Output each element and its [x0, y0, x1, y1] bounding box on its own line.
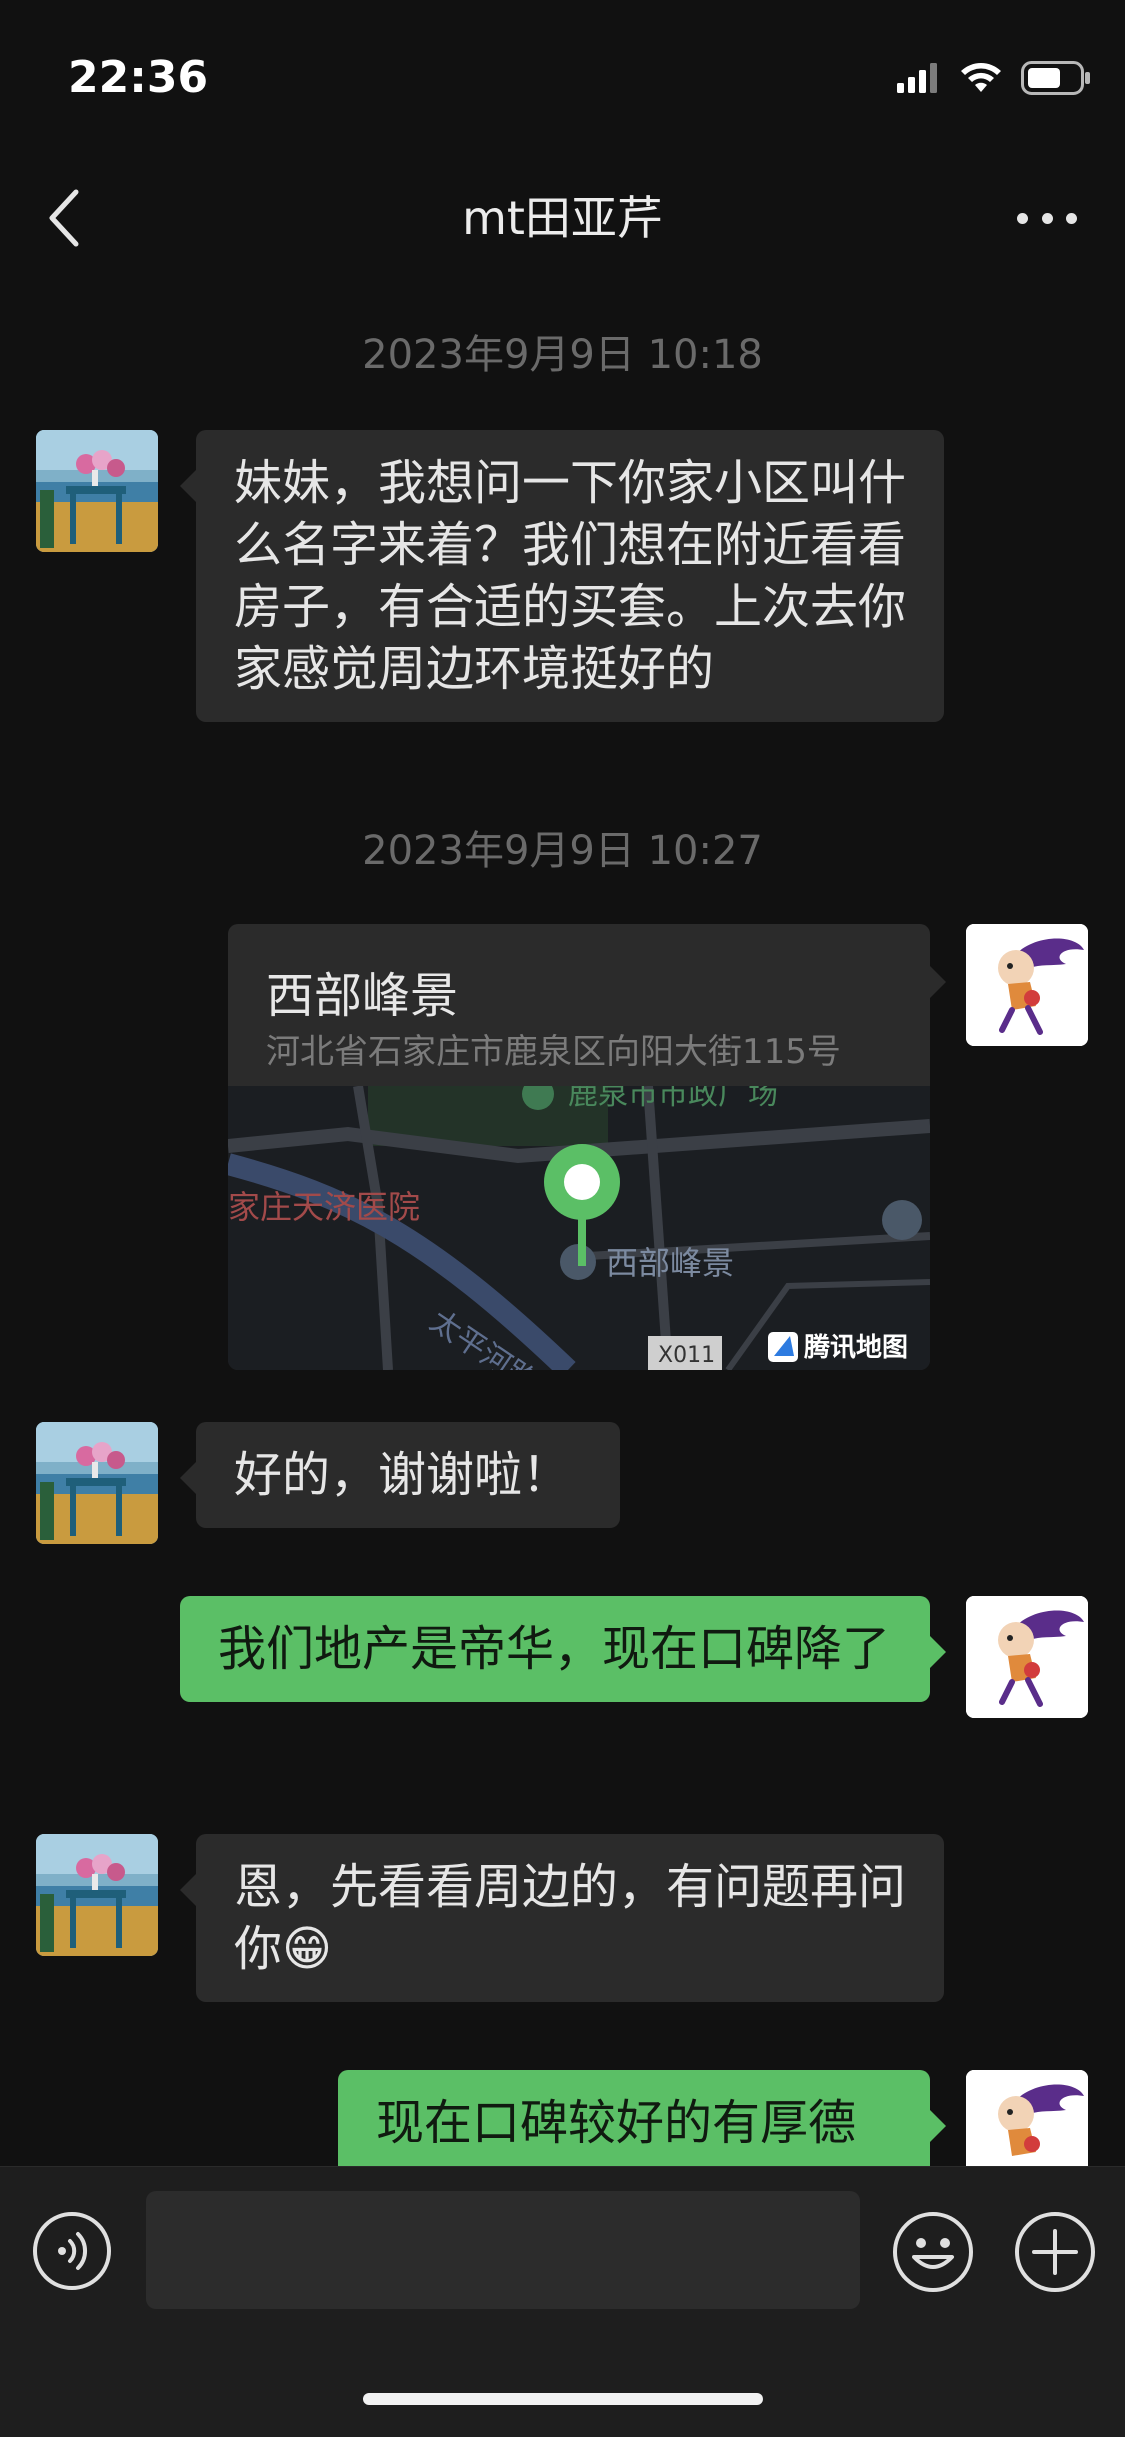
wifi-icon — [961, 63, 1001, 92]
status-time: 22:36 — [68, 52, 209, 103]
signal-icon — [897, 63, 937, 93]
contact-avatar[interactable] — [36, 1422, 158, 1544]
map-label-pin: 西部峰景 — [606, 1244, 734, 1282]
message-timestamp: 2023年9月9日 10:27 — [362, 828, 763, 874]
message-bubble-outgoing[interactable]: 现在口碑较好的有厚德 — [338, 2070, 946, 2176]
map-label-road-number: X011 — [658, 1343, 715, 1368]
message-timestamp: 2023年9月9日 10:18 — [362, 332, 763, 378]
contact-avatar[interactable] — [36, 1834, 158, 1956]
my-avatar[interactable] — [966, 1596, 1088, 1718]
voice-icon[interactable] — [32, 2211, 112, 2291]
message-bubble-incoming[interactable]: 妹妹，我想问一下你家小区叫什么名字来着？我们想在附近看看房子，有合适的买套。上次… — [180, 430, 944, 722]
more-dots-icon[interactable] — [1017, 210, 1077, 226]
input-bar — [0, 2166, 1125, 2437]
message-bubble-outgoing[interactable]: 我们地产是帝华，现在口碑降了 — [180, 1596, 946, 1702]
map-label-hospital: 家庄天济医院 — [228, 1188, 420, 1226]
message-input[interactable] — [146, 2191, 860, 2309]
message-bubble-incoming[interactable]: 恩，先看看周边的，有问题再问你😁 — [180, 1834, 944, 2002]
message-bubble-incoming[interactable]: 好的，谢谢啦！ — [180, 1422, 620, 1528]
map-brand: 腾讯地图 — [804, 1333, 908, 1363]
chat-title: mt田亚芹 — [462, 191, 663, 245]
emoji-icon[interactable] — [892, 2211, 974, 2293]
plus-icon[interactable] — [1014, 2211, 1096, 2293]
map-preview[interactable]: 鹿泉市市政广场 家庄天济医院 太平河路 西部峰景 X011 腾讯地图 — [228, 1086, 930, 1370]
my-avatar[interactable] — [966, 924, 1088, 1046]
battery-icon — [1021, 61, 1090, 95]
location-card[interactable]: 西部峰景 河北省石家庄市鹿泉区向阳大街115号 鹿泉市市政广场 家庄天济医院 太… — [228, 924, 930, 1370]
contact-avatar[interactable] — [36, 430, 158, 552]
home-indicator — [363, 2393, 763, 2405]
map-label-plaza: 鹿泉市市政广场 — [568, 1086, 778, 1112]
location-card-tail — [930, 966, 946, 998]
location-address: 河北省石家庄市鹿泉区向阳大街115号 — [266, 1032, 841, 1072]
location-name: 西部峰景 — [266, 968, 459, 1024]
status-icons — [897, 58, 1091, 98]
